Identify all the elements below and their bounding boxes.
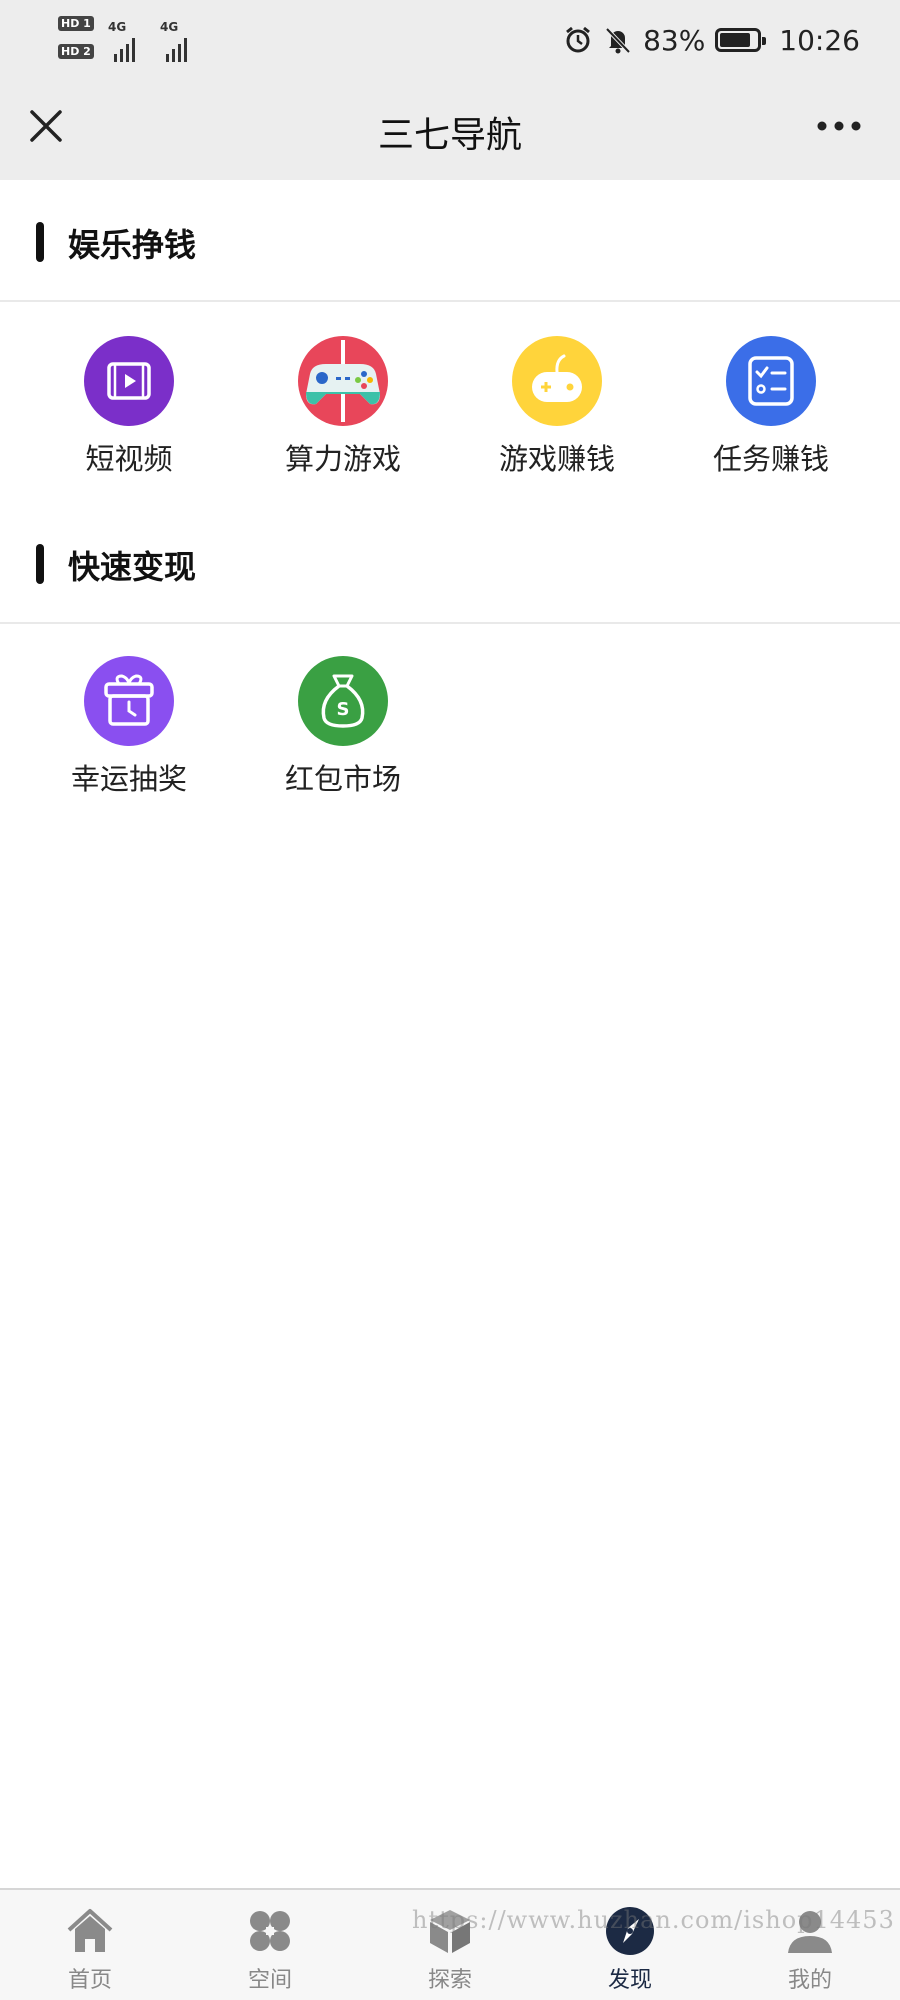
tab-label: 我的 bbox=[787, 1968, 832, 1993]
page-title: 三七导航 bbox=[377, 115, 522, 156]
joystick-icon bbox=[512, 336, 602, 426]
tab-space[interactable]: 空间 bbox=[180, 1890, 360, 2000]
svg-text:S: S bbox=[337, 699, 350, 720]
grid-item-label: 红包市场 bbox=[284, 762, 401, 796]
signal-bars-2-icon bbox=[166, 32, 187, 62]
video-icon bbox=[84, 336, 174, 426]
status-bar: HD 1 HD 2 4G 4G 83% 10:26 bbox=[0, 0, 900, 80]
signal-bars-1-icon bbox=[114, 32, 135, 62]
grid-item-red-packet-market[interactable]: S 红包市场 bbox=[236, 656, 450, 806]
section-header-quick-cash: 快速变现 bbox=[0, 504, 900, 624]
section-header-entertainment: 娱乐挣钱 bbox=[0, 182, 900, 302]
grid-item-compute-game[interactable]: 算力游戏 bbox=[236, 336, 450, 486]
grid-item-label: 任务赚钱 bbox=[712, 442, 829, 476]
tab-label: 首页 bbox=[67, 1968, 112, 1993]
grid-item-game-earn[interactable]: 游戏赚钱 bbox=[450, 336, 664, 486]
section-accent-bar bbox=[36, 544, 44, 584]
tab-label: 空间 bbox=[247, 1968, 292, 1993]
grid-item-short-video[interactable]: 短视频 bbox=[22, 336, 236, 486]
mute-bell-icon bbox=[605, 27, 631, 54]
clover-icon bbox=[250, 1911, 290, 1951]
watermark: https://www.huzhan.com/ishop14453 bbox=[412, 1906, 895, 1934]
grid-item-label: 幸运抽奖 bbox=[70, 762, 187, 796]
checklist-icon bbox=[726, 336, 816, 426]
grid-item-label: 游戏赚钱 bbox=[498, 442, 615, 476]
clock: 10:26 bbox=[779, 23, 860, 57]
more-icon[interactable] bbox=[814, 106, 864, 146]
bottom-tab-bar: 首页 空间 探索 发现 我的 bbox=[0, 1888, 900, 2000]
section-title: 娱乐挣钱 bbox=[68, 226, 197, 264]
money-bag-icon: S bbox=[298, 656, 388, 746]
grid-item-label: 短视频 bbox=[85, 442, 173, 476]
status-right: 83% 10:26 bbox=[563, 18, 860, 62]
sim1-badge: HD 1 bbox=[58, 16, 94, 31]
grid-item-lucky-draw[interactable]: 幸运抽奖 bbox=[22, 656, 236, 806]
grid-item-label: 算力游戏 bbox=[284, 442, 401, 476]
alarm-icon bbox=[566, 26, 590, 53]
battery-percent: 83% bbox=[643, 23, 706, 57]
sim2-badge: HD 2 bbox=[58, 44, 94, 59]
signal-group: HD 1 HD 2 4G 4G bbox=[58, 14, 208, 64]
section-title: 快速变现 bbox=[68, 548, 197, 586]
home-icon bbox=[67, 1909, 113, 1952]
battery-icon bbox=[715, 28, 767, 52]
section-accent-bar bbox=[36, 222, 44, 262]
top-bar: HD 1 HD 2 4G 4G 83% 10:26 三七导航 bbox=[0, 0, 900, 180]
tab-label: 发现 bbox=[607, 1968, 652, 1993]
tab-home[interactable]: 首页 bbox=[0, 1890, 180, 2000]
gift-icon bbox=[84, 656, 174, 746]
tab-label: 探索 bbox=[427, 1968, 472, 1993]
gamepad-icon bbox=[298, 336, 388, 426]
grid-item-task-earn[interactable]: 任务赚钱 bbox=[664, 336, 878, 486]
nav-bar: 三七导航 bbox=[0, 80, 900, 180]
